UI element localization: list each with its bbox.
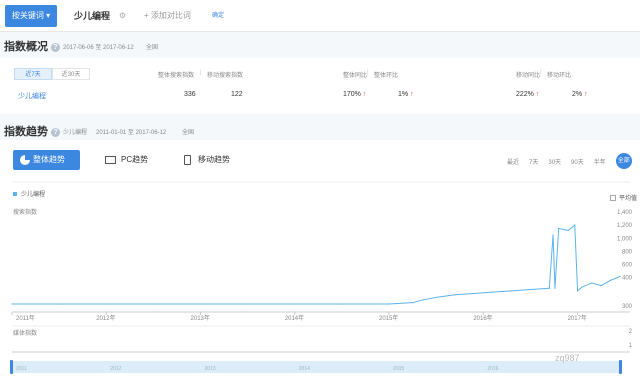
- data-point: [492, 291, 494, 293]
- data-point: [454, 294, 456, 296]
- y-tick-label: 600: [622, 263, 633, 269]
- slider-year-label: 2016: [487, 366, 498, 372]
- data-point: [576, 290, 579, 292]
- y-tick-label: 300: [622, 304, 633, 310]
- data-point: [552, 234, 554, 236]
- data-point: [11, 303, 13, 305]
- y-tick-label: 1,200: [617, 223, 633, 229]
- data-point: [609, 279, 612, 281]
- data-point: [388, 303, 390, 305]
- data-point: [581, 286, 583, 288]
- slider-year-label: 2014: [299, 366, 310, 372]
- x-tick-label: 2015年: [379, 314, 398, 322]
- slider-year-label: 2015: [393, 366, 404, 372]
- data-point: [341, 303, 343, 305]
- data-point: [435, 296, 437, 299]
- x-tick-label: 2011年: [16, 314, 35, 322]
- data-point: [510, 290, 513, 292]
- slider-year-label: 2013: [205, 366, 216, 372]
- x-tick-label: 2016年: [473, 314, 492, 322]
- y-tick-label: 800: [622, 249, 633, 255]
- data-point: [554, 287, 556, 289]
- data-point: [152, 303, 154, 305]
- data-point: [600, 285, 602, 287]
- x-tick-label: 2017年: [568, 314, 587, 322]
- data-point: [591, 282, 593, 284]
- data-point: [247, 303, 249, 305]
- range-slider-track: [12, 361, 620, 373]
- media-tick-label: 1: [629, 343, 633, 349]
- data-point: [619, 275, 621, 277]
- y-tick-label: 400: [622, 276, 633, 282]
- slider-year-label: 2011: [16, 366, 27, 372]
- x-tick-label: 2013年: [191, 314, 210, 322]
- data-point: [199, 303, 202, 305]
- data-point: [412, 302, 414, 304]
- x-tick-label: 2012年: [96, 314, 115, 322]
- series-line: [12, 224, 621, 305]
- data-point: [294, 303, 296, 305]
- data-point: [574, 224, 576, 226]
- media-tick-label: 2: [629, 329, 633, 335]
- watermark: zq987: [555, 353, 580, 363]
- range-slider-left-handle: [10, 360, 13, 374]
- slider-year-label: 2012: [110, 366, 121, 372]
- data-point: [58, 303, 60, 305]
- range-slider-right-handle: [619, 360, 622, 374]
- y-tick-label: 1,000: [617, 236, 633, 242]
- data-point: [105, 303, 107, 305]
- data-point: [421, 299, 423, 301]
- trend-chart: 1,400 1,200 1,000 800 600 400 300 2011年 2012年 201…: [10, 181, 633, 374]
- x-tick-label: 2014年: [285, 314, 304, 322]
- data-point: [567, 229, 569, 231]
- data-point: [473, 292, 475, 295]
- data-point: [548, 287, 550, 289]
- data-point: [529, 288, 532, 291]
- data-point: [558, 227, 560, 230]
- y-tick-label: 1,400: [617, 210, 633, 216]
